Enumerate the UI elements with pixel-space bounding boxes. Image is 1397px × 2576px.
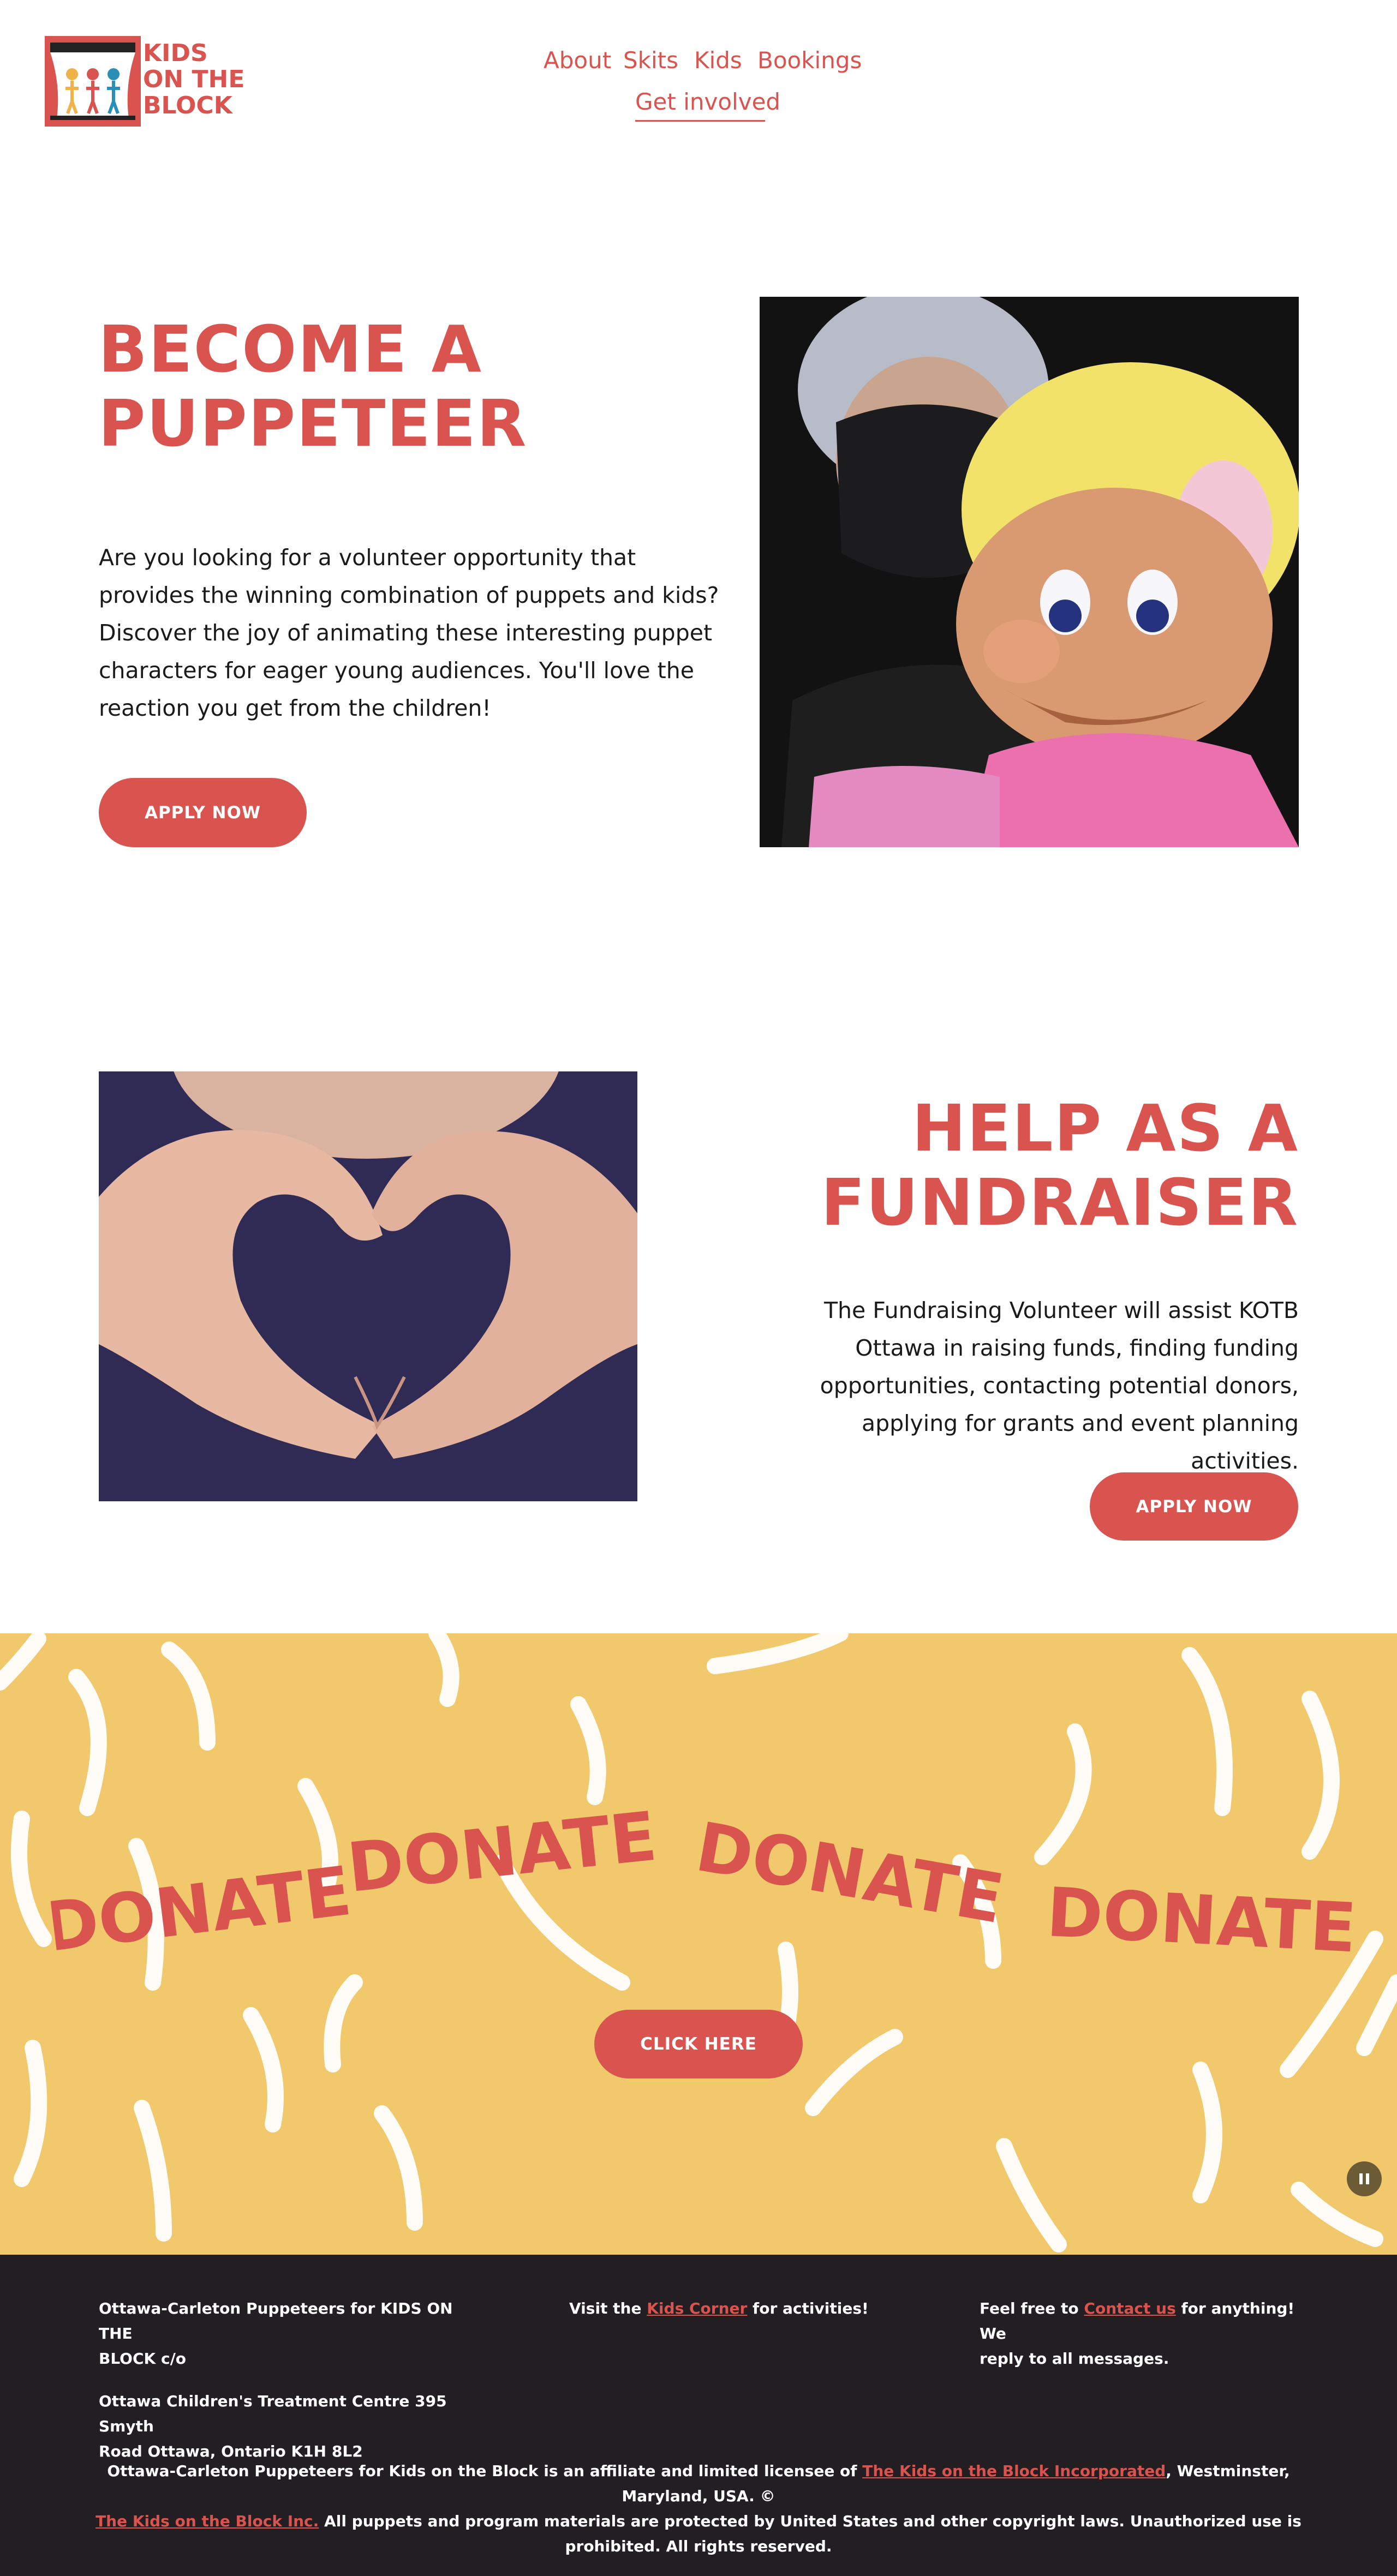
puppeteer-desc-line-2: provides the winning combination of pupp… <box>99 582 719 608</box>
heart-hands-photo <box>99 1071 637 1501</box>
footer-visit-suffix: for activities! <box>747 2299 869 2317</box>
puppet-illustration <box>760 297 1299 847</box>
footer-visit-prefix: Visit the <box>569 2299 647 2317</box>
footer-contact-prefix: Feel free to <box>980 2299 1084 2317</box>
kids-corner-link[interactable]: Kids Corner <box>647 2299 747 2317</box>
puppeteer-desc-line-4: characters for eager young audiences. Yo… <box>99 657 694 684</box>
contact-us-link[interactable]: Contact us <box>1084 2299 1175 2317</box>
donate-click-here-button[interactable]: CLICK HERE <box>594 2010 803 2078</box>
heart-hands-illustration <box>99 1071 637 1501</box>
logo-mark[interactable] <box>45 36 141 127</box>
site-footer: Ottawa-Carleton Puppeteers for KIDS ON T… <box>0 2255 1397 2576</box>
fundraiser-heading-line-1: HELP AS A <box>912 1091 1299 1166</box>
kotb-inc-link[interactable]: The Kids on the Block Inc. <box>95 2512 319 2530</box>
footer-contact: Feel free to Contact us for anything! We… <box>980 2296 1307 2371</box>
fundraiser-heading-line-2: FUNDRAISER <box>821 1165 1299 1240</box>
pause-icon <box>1359 2173 1369 2184</box>
nav-kids[interactable]: Kids <box>694 47 742 74</box>
logo-wordmark[interactable]: KIDS ON THE BLOCK <box>143 40 244 119</box>
fundraiser-description: The Fundraising Volunteer will assist KO… <box>753 1292 1299 1480</box>
fundraiser-desc-line-2: Ottawa in raising funds, finding funding <box>855 1335 1299 1361</box>
fundraiser-apply-button[interactable]: APPLY NOW <box>1090 1472 1298 1541</box>
footer-address: Ottawa-Carleton Puppeteers for KIDS ON T… <box>99 2296 470 2464</box>
nav-active-underline <box>635 120 765 122</box>
puppet-stage-logo-icon <box>45 36 141 127</box>
puppeteer-heading-line-1: BECOME A <box>98 311 482 387</box>
donate-word-4: DONATE <box>1044 1873 1358 1968</box>
puppeteer-heading: BECOME A PUPPETEER <box>98 312 527 460</box>
logo-line-1: KIDS <box>143 39 208 67</box>
puppeteer-description: Are you looking for a volunteer opportun… <box>99 539 732 727</box>
fundraiser-desc-line-3: opportunities, contacting potential dono… <box>820 1373 1299 1399</box>
footer-visit: Visit the Kids Corner for activities! <box>569 2296 869 2321</box>
logo-line-3: BLOCK <box>143 92 232 119</box>
footer-address-line-1: Ottawa-Carleton Puppeteers for KIDS ON T… <box>99 2299 453 2343</box>
kotb-incorporated-link[interactable]: The Kids on the Block Incorporated <box>862 2462 1166 2480</box>
puppeteer-desc-line-1: Are you looking for a volunteer opportun… <box>99 544 636 571</box>
footer-legal: Ottawa-Carleton Puppeteers for Kids on t… <box>65 2459 1332 2559</box>
puppeteer-desc-line-5: reaction you get from the children! <box>99 695 491 721</box>
fundraiser-desc-line-1: The Fundraising Volunteer will assist KO… <box>823 1297 1299 1323</box>
footer-address-line-3: Ottawa Children's Treatment Centre 395 S… <box>99 2392 447 2435</box>
logo-line-2: ON THE <box>143 65 245 93</box>
footer-address-line-2: BLOCK c/o <box>99 2350 187 2368</box>
footer-legal-prefix: Ottawa-Carleton Puppeteers for Kids on t… <box>107 2462 863 2480</box>
footer-legal-suffix: All puppets and program materials are pr… <box>319 2512 1302 2555</box>
puppeteer-apply-button[interactable]: APPLY NOW <box>99 778 307 847</box>
puppeteer-desc-line-3: Discover the joy of animating these inte… <box>99 620 713 646</box>
donate-banner: DONATE DONATE DONATE DONATE CLICK HERE <box>0 1633 1397 2255</box>
puppet-photo <box>760 297 1299 847</box>
nav-skits[interactable]: Skits <box>623 47 678 74</box>
animation-pause-button[interactable] <box>1347 2161 1382 2196</box>
nav-get-involved[interactable]: Get involved <box>635 88 780 115</box>
nav-bookings[interactable]: Bookings <box>757 47 862 74</box>
puppeteer-heading-line-2: PUPPETEER <box>98 386 528 461</box>
fundraiser-desc-line-4: applying for grants and event planning a… <box>861 1410 1299 1474</box>
nav-about[interactable]: About <box>544 47 611 74</box>
footer-contact-line-2: reply to all messages. <box>980 2350 1169 2368</box>
fundraiser-heading: HELP AS A FUNDRAISER <box>821 1091 1299 1239</box>
